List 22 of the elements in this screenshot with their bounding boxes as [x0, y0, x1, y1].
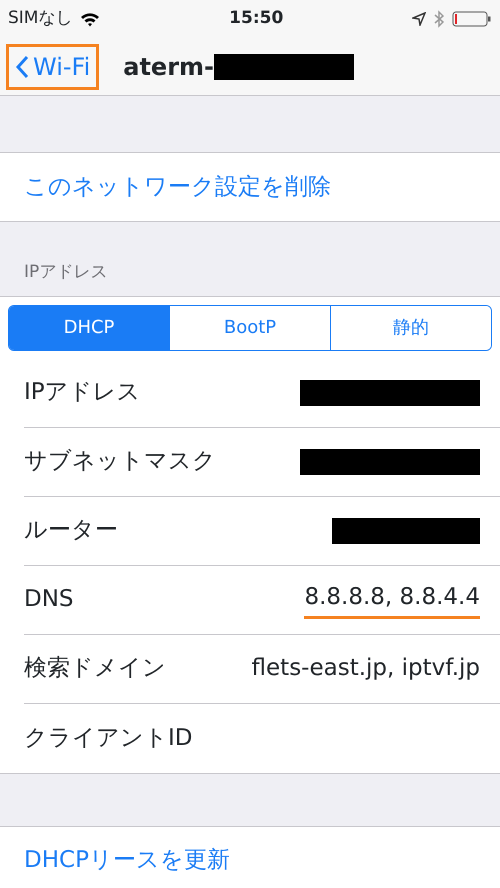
battery-icon	[452, 11, 492, 27]
renew-lease-link[interactable]: DHCPリースを更新	[0, 826, 500, 888]
section-header: IPアドレス	[23, 261, 108, 284]
wifi-icon	[80, 12, 100, 26]
row-label: 検索ドメイン	[24, 654, 166, 684]
row-label: サブネットマスク	[24, 447, 216, 476]
row-label: ルーター	[24, 516, 118, 546]
row-label: IPアドレス	[24, 378, 141, 408]
row-value: flets-east.jp, iptvf.jp	[252, 654, 480, 684]
bluetooth-icon	[434, 10, 444, 28]
carrier-label: SIMなし	[8, 7, 72, 30]
row-label: DNS	[24, 585, 74, 614]
row-label: クライアントID	[24, 724, 192, 753]
segment-tab[interactable]: 静的	[330, 306, 491, 350]
row-value: 8.8.8.8, 8.8.4.4	[304, 580, 480, 620]
back-chevron-icon	[15, 54, 29, 78]
segment-tab[interactable]: DHCP	[9, 306, 169, 350]
location-icon	[412, 12, 426, 26]
network-title: aterm-	[123, 52, 214, 82]
back-button[interactable]: Wi-Fi	[6, 44, 100, 90]
clock-time: 15:50	[229, 7, 284, 30]
delete-network-link[interactable]: このネットワーク設定を削除	[0, 153, 500, 221]
